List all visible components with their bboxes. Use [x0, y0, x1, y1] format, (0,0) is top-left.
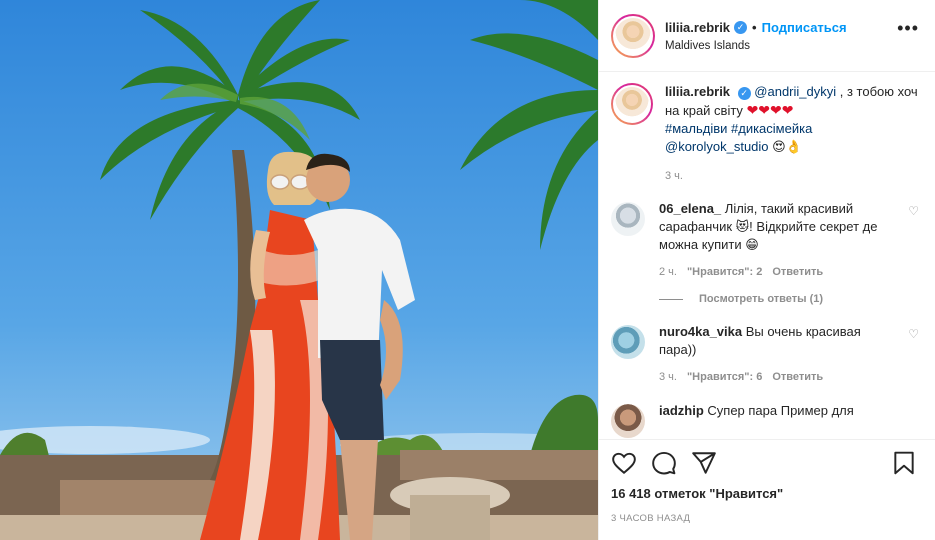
action-bar [611, 440, 921, 486]
view-replies-button[interactable]: Посмотреть ответы (1) [659, 293, 921, 305]
follow-button[interactable]: Подписаться [762, 20, 847, 35]
comment-item: iadzhip Супер пара Пример для [611, 402, 921, 438]
author-username[interactable]: liliia.rebrik [665, 20, 730, 35]
post-caption: liliia.rebrik ✓ @andrii_dykyi , з тобою … [611, 73, 921, 182]
comment-likes[interactable]: "Нравится": 2 [687, 263, 762, 281]
caption-hashtags[interactable]: #мальдіви #дикасімейка [665, 121, 812, 136]
comment-time[interactable]: 2 ч. [659, 263, 677, 281]
caption-studio-link[interactable]: @korolyok_studio [665, 139, 769, 154]
comment-item: 06_elena_ Лілія, такий красивий сарафанч… [611, 200, 921, 281]
caption-avatar[interactable] [611, 83, 653, 125]
hearts-emoji: ❤❤❤❤ [746, 102, 794, 118]
dot-separator: • [752, 19, 757, 35]
caption-username[interactable]: liliia.rebrik [665, 84, 730, 99]
caption-mention-link[interactable]: @andrii_dykyi [754, 84, 836, 99]
post-actions-section: 16 418 отметок "Нравится" 3 ЧАСОВ НАЗАД [599, 439, 935, 540]
post-timestamp[interactable]: 3 ЧАСОВ НАЗАД [611, 513, 921, 524]
reply-button[interactable]: Ответить [772, 263, 823, 281]
more-options-icon[interactable]: ••• [897, 18, 919, 39]
comment-time[interactable]: 3 ч. [659, 368, 677, 386]
post-photo[interactable] [0, 0, 598, 540]
post-location[interactable]: Maldives Islands [665, 40, 847, 52]
bookmark-icon[interactable] [891, 450, 917, 476]
commenter-avatar[interactable] [611, 325, 645, 359]
post-side-panel: liliia.rebrik ✓ • Подписаться Maldives I… [598, 0, 935, 540]
verified-badge-icon: ✓ [737, 87, 751, 100]
comment-likes[interactable]: "Нравится": 6 [687, 368, 762, 386]
share-icon[interactable] [691, 450, 717, 476]
comment-icon[interactable] [651, 450, 677, 476]
caption-emoji: 😍👌 [772, 139, 802, 154]
post-header: liliia.rebrik ✓ • Подписаться Maldives I… [599, 0, 935, 72]
comment-text: Супер пара Пример для [703, 403, 854, 418]
comment-like-icon[interactable]: ♡ [908, 327, 919, 341]
caption-time[interactable]: 3 ч. [665, 170, 921, 182]
comment-item: nuro4ka_vika Вы очень красивая пара)) 3 … [611, 323, 921, 386]
comment-like-icon[interactable]: ♡ [908, 204, 919, 218]
comment-username[interactable]: nuro4ka_vika [659, 324, 742, 339]
photo-illustration [0, 0, 598, 540]
author-avatar[interactable] [611, 13, 655, 58]
comment-username[interactable]: iadzhip [659, 403, 704, 418]
view-replies-label: Посмотреть ответы (1) [699, 293, 824, 305]
replies-divider [659, 298, 683, 300]
comments-list[interactable]: liliia.rebrik ✓ @andrii_dykyi , з тобою … [599, 73, 935, 439]
likes-count[interactable]: 16 418 отметок "Нравится" [611, 486, 921, 501]
heart-icon[interactable] [611, 450, 637, 476]
reply-button[interactable]: Ответить [772, 368, 823, 386]
comment-username[interactable]: 06_elena_ [659, 201, 721, 216]
verified-badge-icon: ✓ [734, 20, 748, 34]
commenter-avatar[interactable] [611, 202, 645, 236]
commenter-avatar[interactable] [611, 404, 645, 438]
